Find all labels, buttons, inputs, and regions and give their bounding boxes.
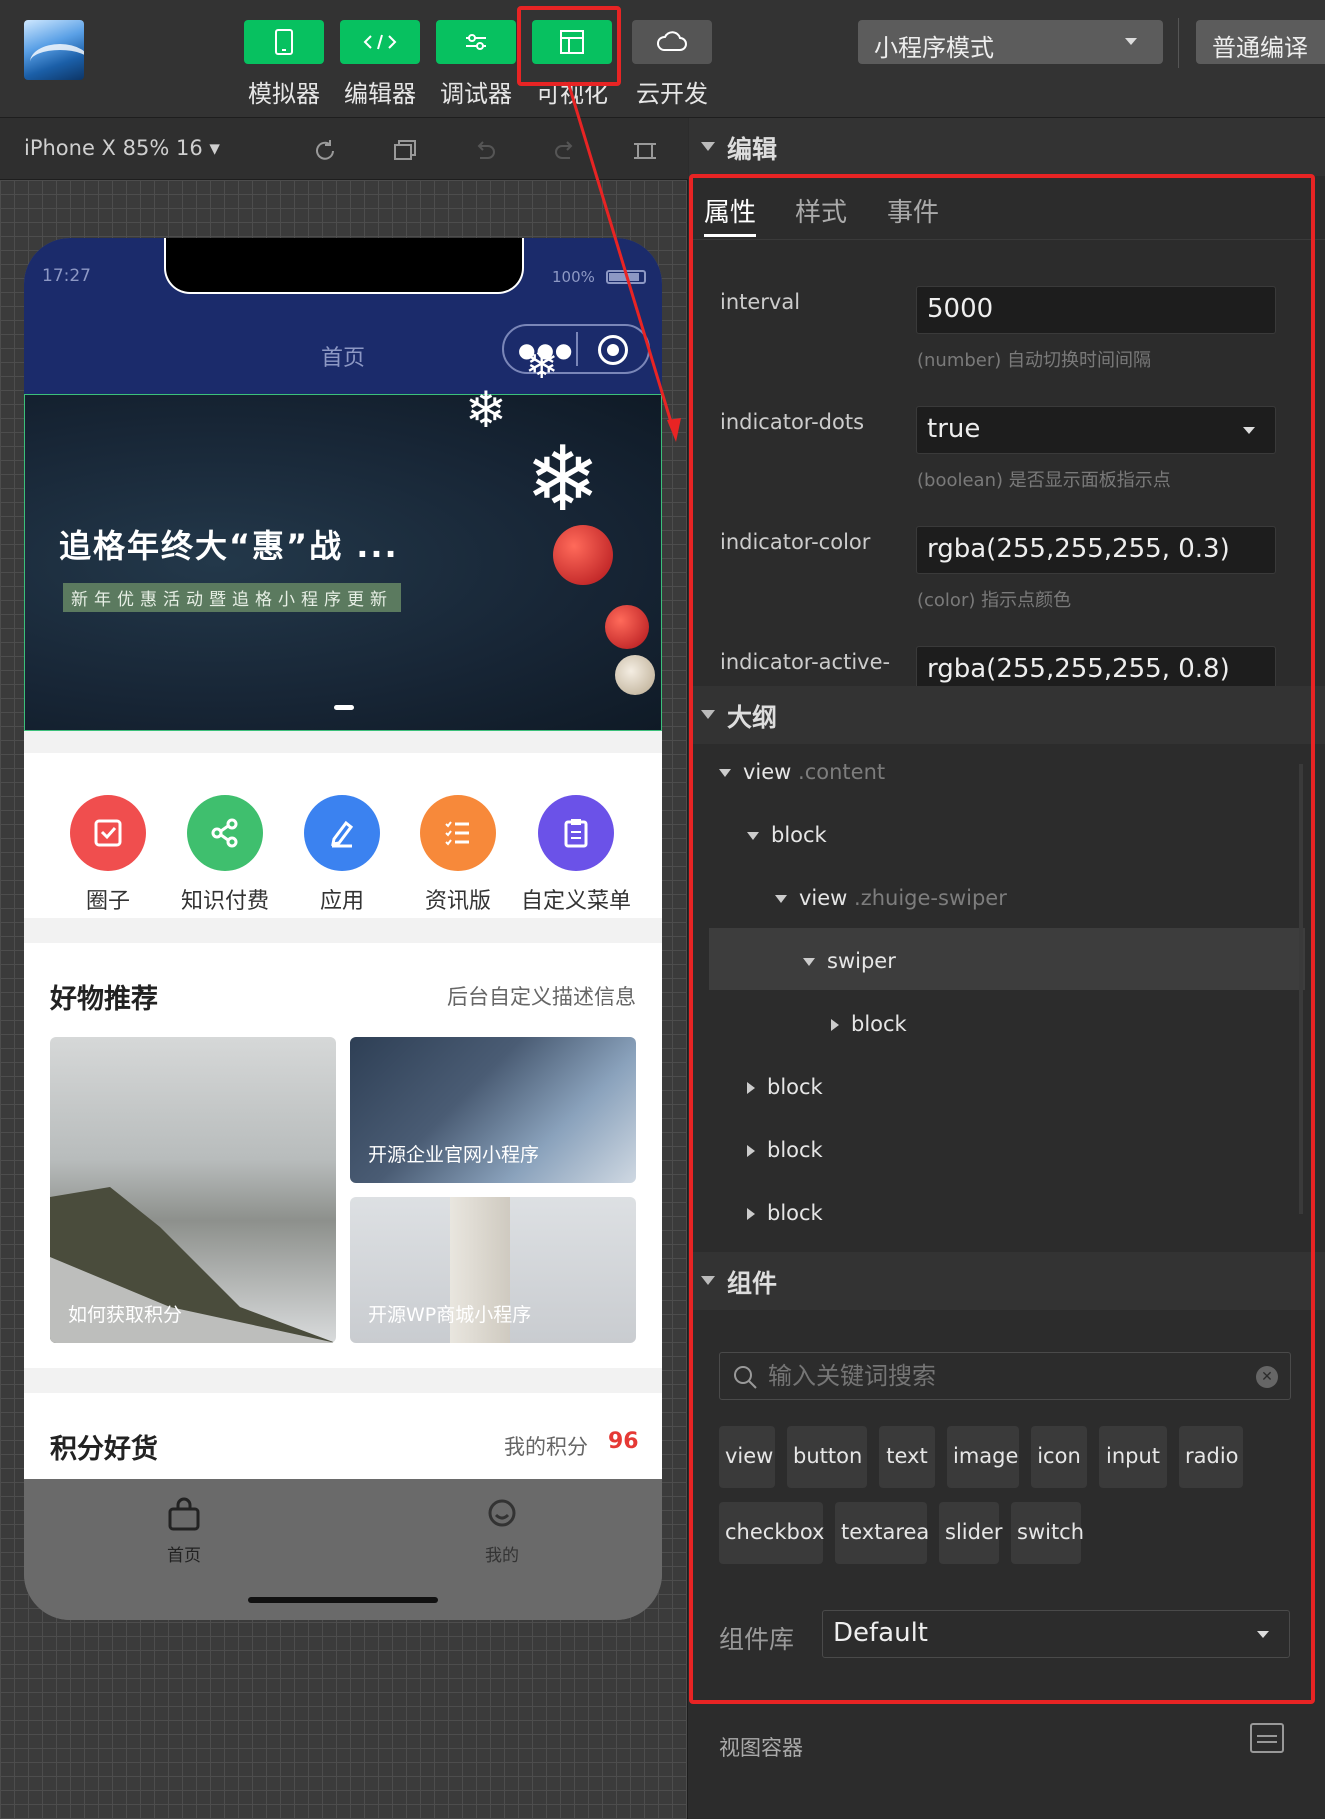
home-bag-icon (168, 1497, 200, 1531)
list-check-icon (445, 821, 469, 846)
simulator-label: 模拟器 (248, 80, 320, 108)
highlight-box-panel (689, 174, 1315, 1704)
goods-caption: 开源WP商城小程序 (368, 1304, 532, 1326)
pencil-icon (331, 820, 354, 848)
device-select[interactable]: iPhone X 85% 16 ▾ (24, 136, 220, 160)
menu-icon-circle[interactable] (304, 795, 380, 871)
clipboard-icon (564, 819, 588, 848)
points-value: 96 (608, 1429, 639, 1454)
goods-caption: 如何获取积分 (68, 1304, 183, 1326)
calendar-check-icon (94, 819, 122, 847)
banner-title: 追格年终大“惠”战 ... (59, 527, 399, 565)
editor-button[interactable] (340, 20, 420, 64)
collapse-caret-icon (701, 142, 715, 151)
refresh-icon[interactable] (312, 138, 338, 164)
status-battery: 100% (552, 268, 595, 286)
goods-card[interactable]: 开源企业官网小程序 (350, 1037, 636, 1183)
undo-icon[interactable] (472, 138, 498, 164)
menu-icon-circle[interactable] (187, 795, 263, 871)
goods-card[interactable]: 开源WP商城小程序 (350, 1197, 636, 1343)
debugger-button[interactable] (436, 20, 516, 64)
goods-card[interactable]: 如何获取积分 (50, 1037, 336, 1343)
mode-select[interactable]: 小程序模式 (858, 20, 1163, 64)
menu-grid: 圈子 知识付费 应用 资讯版 自定义菜单 (24, 753, 662, 918)
footer-label: 视图容器 (719, 1736, 803, 1760)
highlight-box-visualize (517, 6, 621, 86)
phone-notch (164, 238, 524, 294)
tab-label: 我的 (485, 1546, 519, 1566)
simulator-toolbar: iPhone X 85% 16 ▾ (0, 118, 688, 180)
status-time: 17:27 (42, 266, 91, 286)
edit-section-header[interactable]: 编辑 (689, 118, 1325, 176)
snowflake-icon: ❄ (525, 427, 601, 532)
goods-desc: 后台自定义描述信息 (447, 985, 636, 1009)
menu-label: 资讯版 (424, 889, 491, 914)
tab-label: 首页 (167, 1546, 201, 1566)
points-label: 我的积分 (504, 1435, 588, 1459)
fit-screen-icon[interactable] (632, 138, 658, 164)
design-canvas: 17:27 100% 首页 ●●● ❄ ❄ ❄ 追格年终大“惠”战 ... 新年… (0, 180, 688, 1819)
phone-frame: 17:27 100% 首页 ●●● ❄ ❄ ❄ 追格年终大“惠”战 ... 新年… (24, 238, 662, 1620)
cloud-icon (657, 31, 687, 51)
pinecone (615, 655, 655, 695)
swiper-banner[interactable]: ❄ ❄ ❄ 追格年终大“惠”战 ... 新年优惠活动暨追格小程序更新 (24, 345, 662, 731)
toolbar-divider (1178, 18, 1179, 68)
debugger-label: 调试器 (440, 80, 512, 108)
capsule-divider (576, 332, 578, 366)
menu-label: 圈子 (85, 889, 130, 914)
banner-subtitle: 新年优惠活动暨追格小程序更新 (63, 583, 401, 612)
phone-icon (275, 29, 293, 55)
window-icon[interactable] (392, 138, 418, 164)
tab-bar: 首页 我的 (24, 1479, 662, 1620)
points-section: 积分好货 我的积分 96 (24, 1393, 662, 1479)
edit-header-label: 编辑 (727, 135, 778, 164)
close-target-icon[interactable] (598, 335, 628, 365)
caret-down-icon (1125, 38, 1137, 45)
menu-label: 应用 (319, 889, 364, 914)
snowflake-icon: ❄ (465, 381, 507, 439)
goods-section: 好物推荐 后台自定义描述信息 如何获取积分 开源企业官网小程序 开源WP商城小程… (24, 943, 662, 1368)
app-logo (24, 20, 84, 80)
snowflake-icon: ❄ (525, 342, 559, 388)
points-title: 积分好货 (50, 1434, 158, 1465)
menu-label: 知识付费 (180, 889, 269, 914)
menu-label: 自定义菜单 (520, 889, 631, 914)
ornament-red (553, 525, 613, 585)
goods-title: 好物推荐 (50, 984, 158, 1015)
menu-icon-circle[interactable] (70, 795, 146, 871)
editor-label: 编辑器 (344, 80, 416, 108)
simulator-button[interactable] (244, 20, 324, 64)
swiper-indicator (334, 705, 354, 710)
cloud-dev-label: 云开发 (636, 80, 708, 108)
battery-icon (606, 270, 646, 284)
tab-mine[interactable]: 我的 (442, 1493, 562, 1573)
inspector-panel: 编辑 属性 样式 事件 interval 5000 (number) 自动切换时… (689, 118, 1325, 1819)
tab-home[interactable]: 首页 (124, 1493, 244, 1573)
compile-button[interactable]: 普通编译 (1196, 20, 1325, 64)
home-indicator (248, 1597, 438, 1603)
top-toolbar: 模拟器 编辑器 调试器 可视化 云开发 小程序模式 普通编译 (0, 0, 1325, 118)
redo-icon[interactable] (552, 138, 578, 164)
cloud-dev-button[interactable] (632, 20, 712, 64)
mode-select-value: 小程序模式 (874, 34, 994, 62)
share-icon (211, 818, 238, 848)
page-content: 圈子 知识付费 应用 资讯版 自定义菜单 好物推荐 后台自定义描述信息 如何获取… (24, 731, 662, 1479)
menu-icon-circle[interactable] (420, 795, 496, 871)
ornament-red (605, 605, 649, 649)
goods-caption: 开源企业官网小程序 (368, 1144, 540, 1166)
user-icon (488, 1499, 516, 1527)
menu-icon-circle[interactable] (538, 795, 614, 871)
sliders-icon (466, 34, 486, 50)
code-icon (363, 34, 397, 50)
container-icon[interactable] (1249, 1722, 1285, 1754)
